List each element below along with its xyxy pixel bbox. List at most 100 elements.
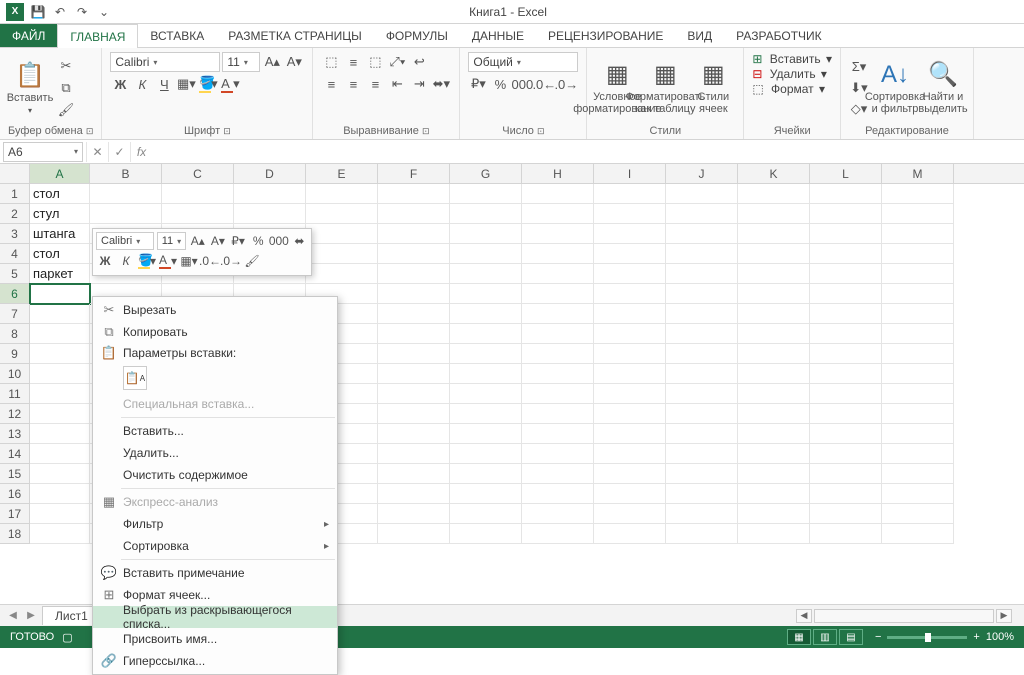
cell-H16[interactable] [522,484,594,504]
cell-M9[interactable] [882,344,954,364]
cell-J9[interactable] [666,344,738,364]
cell-J13[interactable] [666,424,738,444]
cell-F9[interactable] [378,344,450,364]
cell-M8[interactable] [882,324,954,344]
cell-H8[interactable] [522,324,594,344]
col-head-I[interactable]: I [594,164,666,183]
col-head-D[interactable]: D [234,164,306,183]
row-head-12[interactable]: 12 [0,404,30,424]
cell-A2[interactable]: стул [30,204,90,224]
underline-button[interactable]: Ч [154,74,174,94]
col-head-J[interactable]: J [666,164,738,183]
mini-font-combo[interactable]: Calibri▾ [96,232,154,250]
cell-I14[interactable] [594,444,666,464]
cell-K3[interactable] [738,224,810,244]
align-top[interactable]: ⬚ [321,52,341,72]
row-head-2[interactable]: 2 [0,204,30,224]
ctx-clear[interactable]: Очистить содержимое [93,464,337,486]
mini-size-combo[interactable]: 11▾ [157,232,186,250]
increase-indent[interactable]: ⇥ [409,74,429,94]
row-head-10[interactable]: 10 [0,364,30,384]
cell-M16[interactable] [882,484,954,504]
col-head-M[interactable]: M [882,164,954,183]
cell-G11[interactable] [450,384,522,404]
cell-J7[interactable] [666,304,738,324]
cell-A8[interactable] [30,324,90,344]
zoom-out-button[interactable]: − [875,631,881,643]
sheet-nav-prev[interactable]: ◀ [6,610,20,621]
zoom-control[interactable]: − + 100% [875,631,1014,643]
view-normal[interactable]: ▦ [787,629,811,645]
ctx-copy[interactable]: ⧉Копировать [93,321,337,343]
cell-L13[interactable] [810,424,882,444]
name-box[interactable]: A6▾ [3,142,83,162]
cell-H15[interactable] [522,464,594,484]
cell-L12[interactable] [810,404,882,424]
cell-F15[interactable] [378,464,450,484]
row-head-4[interactable]: 4 [0,244,30,264]
merge-button[interactable]: ⬌▾ [431,74,451,94]
view-page-break[interactable]: ▤ [839,629,863,645]
mini-italic[interactable]: К [117,252,135,270]
tab-insert[interactable]: ВСТАВКА [138,24,216,47]
qat-customize[interactable]: ⌄ [96,4,112,20]
mini-merge[interactable]: ⬌ [291,232,308,250]
cell-K6[interactable] [738,284,810,304]
mini-increase-font[interactable]: A▴ [189,232,206,250]
ctx-define-name[interactable]: Присвоить имя... [93,628,337,650]
cell-G1[interactable] [450,184,522,204]
cell-J12[interactable] [666,404,738,424]
cell-E3[interactable] [306,224,378,244]
decrease-font-button[interactable]: A▾ [284,52,304,72]
cell-G17[interactable] [450,504,522,524]
ctx-insert[interactable]: Вставить... [93,420,337,442]
cell-L1[interactable] [810,184,882,204]
cell-K11[interactable] [738,384,810,404]
zoom-in-button[interactable]: + [973,631,979,643]
cell-I12[interactable] [594,404,666,424]
cell-D2[interactable] [234,204,306,224]
cell-I5[interactable] [594,264,666,284]
cell-H17[interactable] [522,504,594,524]
col-head-B[interactable]: B [90,164,162,183]
cell-I18[interactable] [594,524,666,544]
cell-L11[interactable] [810,384,882,404]
cell-F5[interactable] [378,264,450,284]
row-head-17[interactable]: 17 [0,504,30,524]
cell-I2[interactable] [594,204,666,224]
cell-G18[interactable] [450,524,522,544]
cell-M13[interactable] [882,424,954,444]
mini-currency[interactable]: ₽▾ [229,232,246,250]
cell-C1[interactable] [162,184,234,204]
cell-K4[interactable] [738,244,810,264]
cell-L9[interactable] [810,344,882,364]
align-middle[interactable]: ≡ [343,52,363,72]
cell-I15[interactable] [594,464,666,484]
cell-L18[interactable] [810,524,882,544]
cell-B1[interactable] [90,184,162,204]
cell-A7[interactable] [30,304,90,324]
cell-L3[interactable] [810,224,882,244]
cell-M4[interactable] [882,244,954,264]
col-head-G[interactable]: G [450,164,522,183]
cell-J17[interactable] [666,504,738,524]
cell-J4[interactable] [666,244,738,264]
ctx-delete[interactable]: Удалить... [93,442,337,464]
tab-file[interactable]: ФАЙЛ [0,24,57,47]
fx-icon[interactable]: fx [130,142,152,162]
cell-B2[interactable] [90,204,162,224]
col-head-L[interactable]: L [810,164,882,183]
col-head-K[interactable]: K [738,164,810,183]
cell-K12[interactable] [738,404,810,424]
cell-K2[interactable] [738,204,810,224]
increase-decimal[interactable]: .0← [534,74,554,94]
mini-dec-decimal[interactable]: .0→ [222,252,240,270]
scroll-right-icon[interactable]: ▶ [996,609,1012,623]
cell-E5[interactable] [306,264,378,284]
cell-M5[interactable] [882,264,954,284]
row-head-1[interactable]: 1 [0,184,30,204]
cell-I6[interactable] [594,284,666,304]
cell-G8[interactable] [450,324,522,344]
col-head-E[interactable]: E [306,164,378,183]
cell-H14[interactable] [522,444,594,464]
